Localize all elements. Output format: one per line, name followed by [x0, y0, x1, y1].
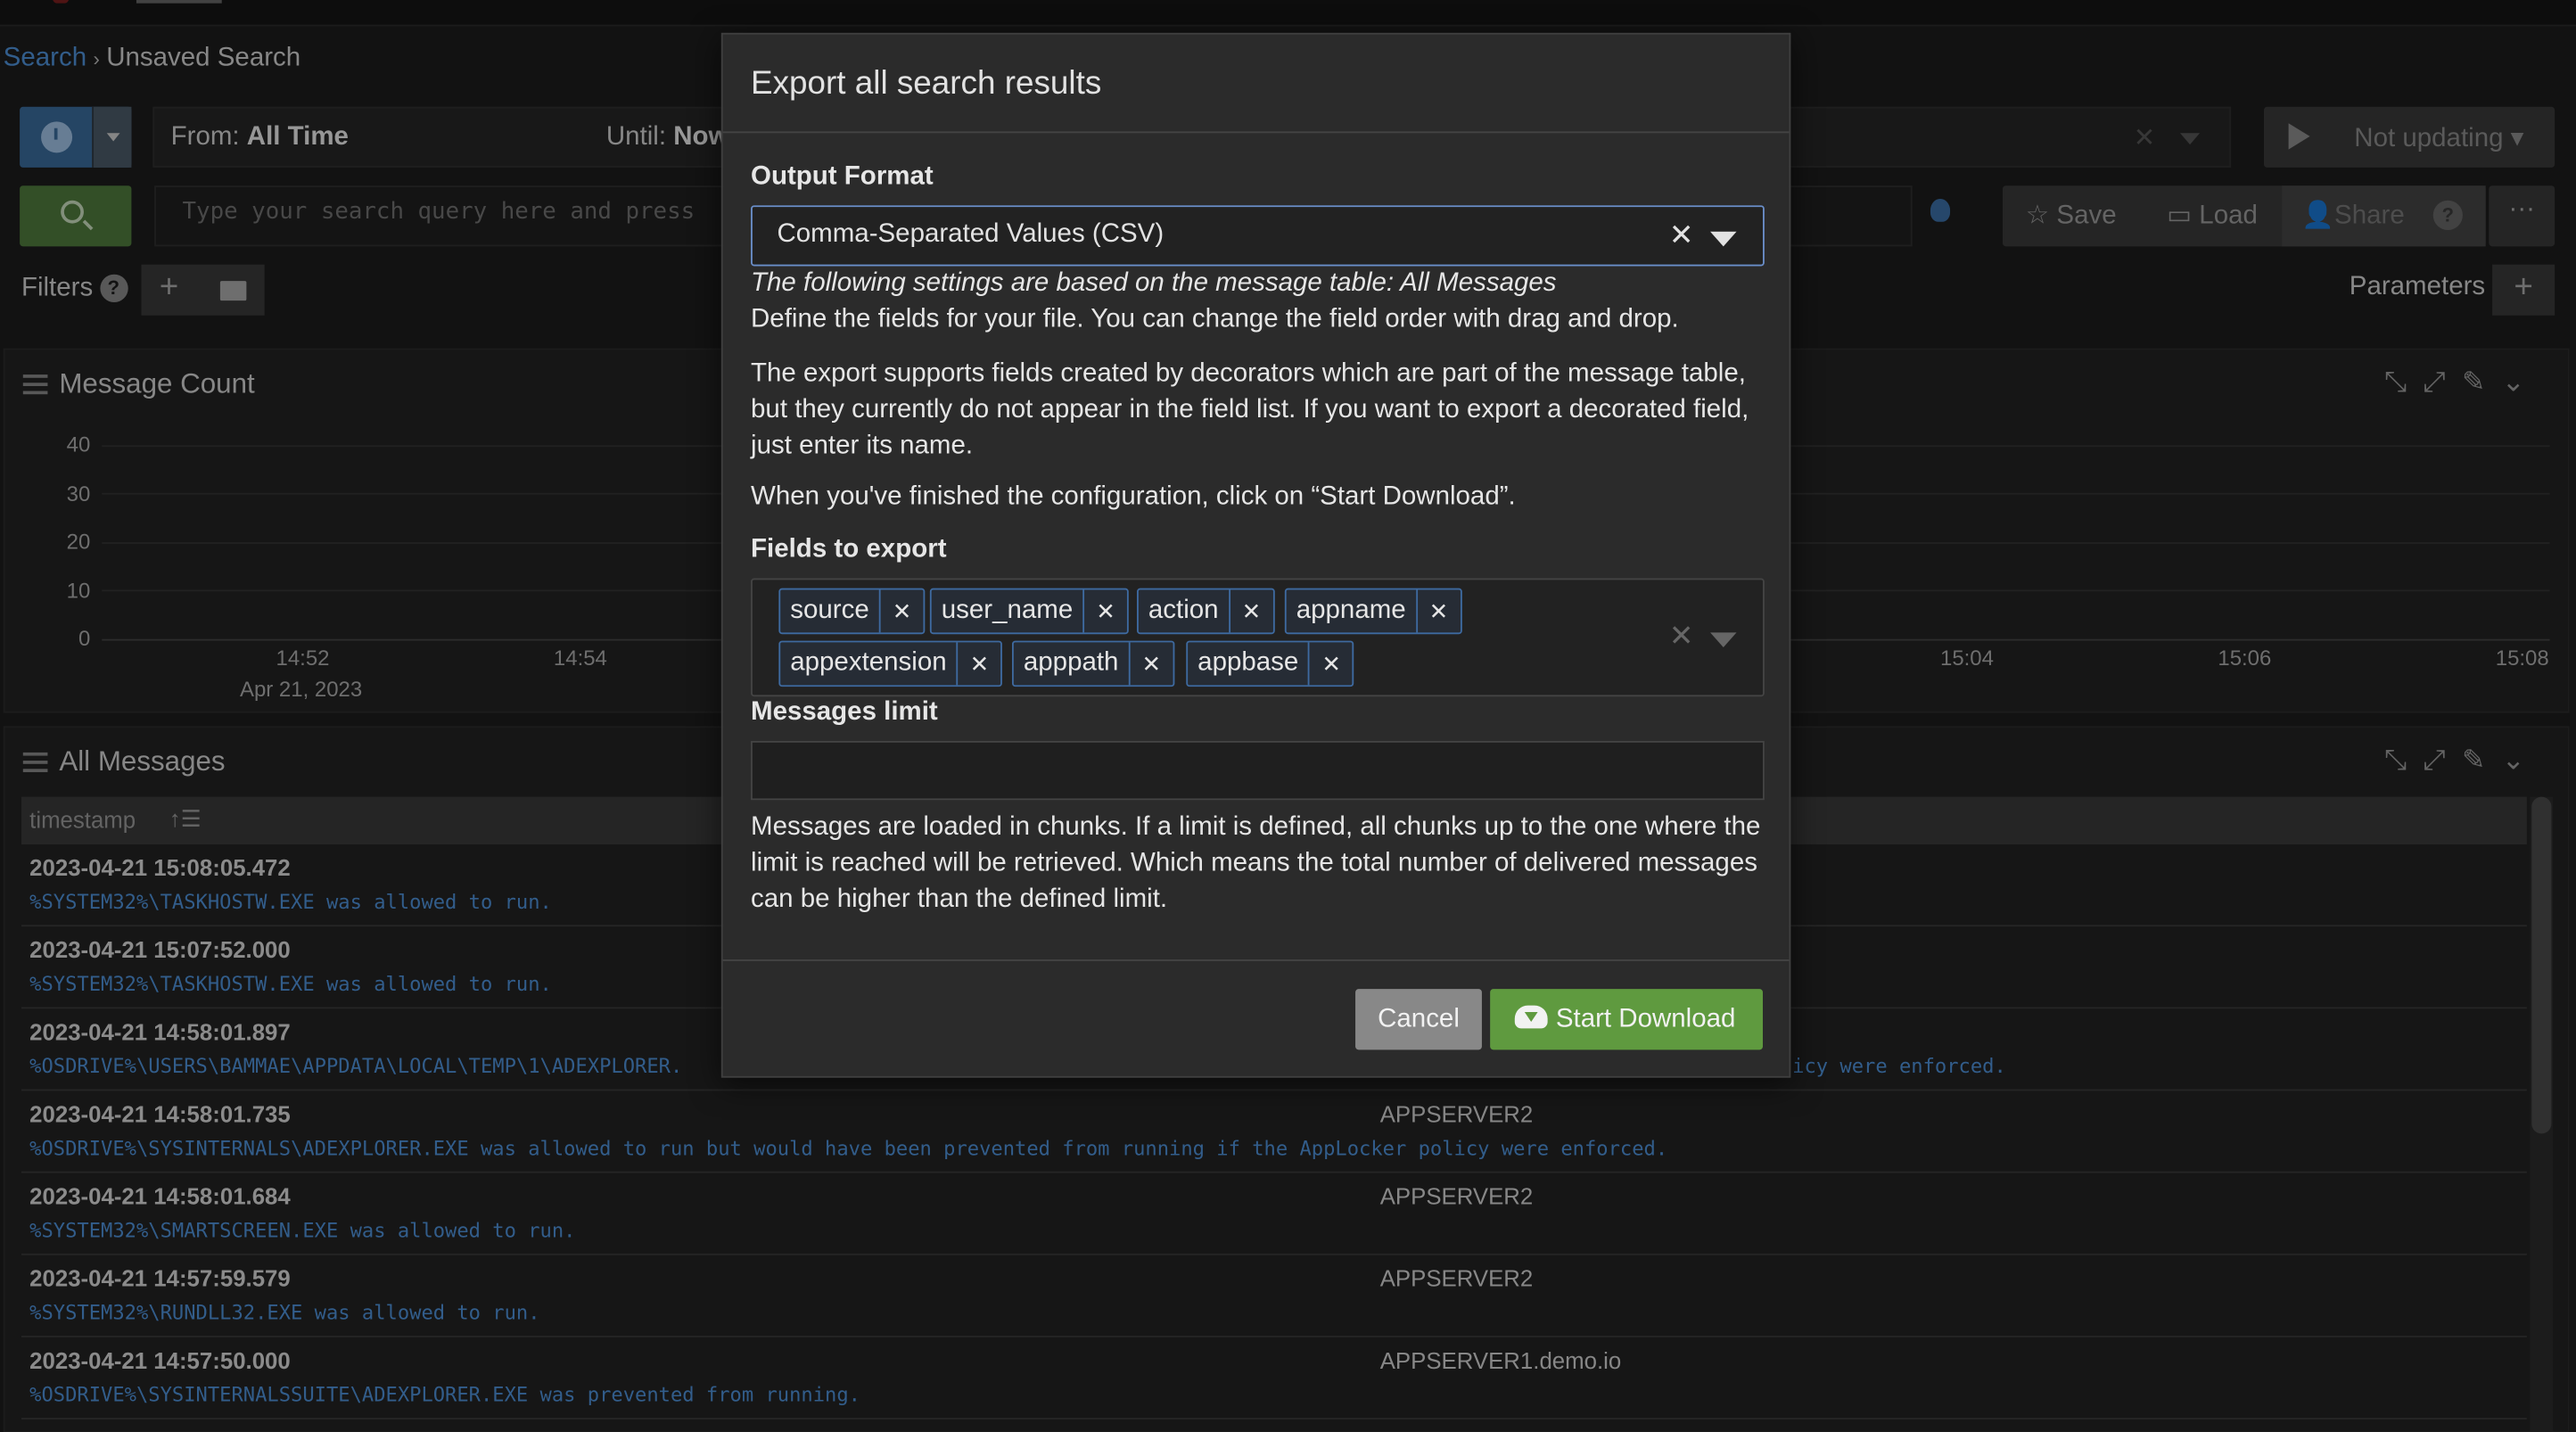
output-format-value: Comma-Separated Values (CSV): [777, 219, 1165, 249]
output-format-select[interactable]: Comma-Separated Values (CSV) ✕: [751, 205, 1765, 267]
field-chip[interactable]: appbase ✕: [1186, 640, 1354, 687]
start-download-label: Start Download: [1555, 1005, 1736, 1033]
field-chip-label: appname: [1287, 589, 1418, 633]
fields-to-export-label: Fields to export: [751, 535, 947, 564]
modal-header: Export all search results: [722, 35, 1790, 134]
field-chip-label: appbase: [1188, 642, 1311, 686]
remove-chip-icon[interactable]: ✕: [1084, 589, 1127, 632]
field-chip[interactable]: appextension ✕: [778, 640, 1003, 687]
start-download-button[interactable]: Start Download: [1490, 989, 1764, 1050]
clear-icon[interactable]: ✕: [1669, 620, 1694, 654]
remove-chip-icon[interactable]: ✕: [1418, 589, 1461, 632]
field-chip-label: action: [1139, 589, 1230, 633]
remove-chip-icon[interactable]: ✕: [1130, 642, 1173, 685]
field-chip[interactable]: action ✕: [1137, 588, 1275, 635]
messages-limit-help: Messages are loaded in chunks. If a limi…: [751, 813, 1761, 914]
cloud-download-icon: [1514, 1005, 1548, 1029]
field-chip[interactable]: appname ✕: [1284, 588, 1462, 635]
decorators-note: The export supports fields created by de…: [751, 359, 1749, 460]
remove-chip-icon[interactable]: ✕: [1310, 642, 1353, 685]
table-note: The following settings are based on the …: [751, 269, 1557, 298]
define-fields-note: Define the fields for your file. You can…: [751, 305, 1679, 334]
remove-chip-icon[interactable]: ✕: [1230, 589, 1272, 632]
field-chip-label: source: [780, 589, 881, 633]
modal-footer: Cancel Start Download: [722, 959, 1790, 1078]
field-chip[interactable]: source ✕: [778, 588, 926, 635]
cancel-button[interactable]: Cancel: [1355, 989, 1482, 1050]
field-chip-label: appextension: [780, 642, 959, 686]
output-format-label: Output Format: [751, 162, 934, 191]
modal-title: Export all search results: [751, 65, 1102, 103]
field-chip[interactable]: apppath ✕: [1011, 640, 1175, 687]
fields-multiselect[interactable]: source ✕ user_name ✕ action ✕ appname ✕ appe…: [751, 578, 1765, 697]
chevron-down-icon[interactable]: [1710, 231, 1737, 247]
clear-icon[interactable]: ✕: [1669, 218, 1694, 253]
chevron-down-icon[interactable]: [1710, 632, 1737, 647]
field-chip-label: apppath: [1014, 642, 1131, 686]
finish-note: When you've finished the configuration, …: [751, 482, 1516, 512]
field-chip-label: user_name: [932, 589, 1085, 633]
remove-chip-icon[interactable]: ✕: [881, 589, 924, 632]
export-modal: Export all search results Output Format …: [720, 32, 1791, 1078]
remove-chip-icon[interactable]: ✕: [959, 642, 1001, 685]
messages-limit-label: Messages limit: [751, 698, 938, 727]
messages-limit-input[interactable]: [751, 740, 1765, 801]
field-chip[interactable]: user_name ✕: [929, 588, 1129, 635]
